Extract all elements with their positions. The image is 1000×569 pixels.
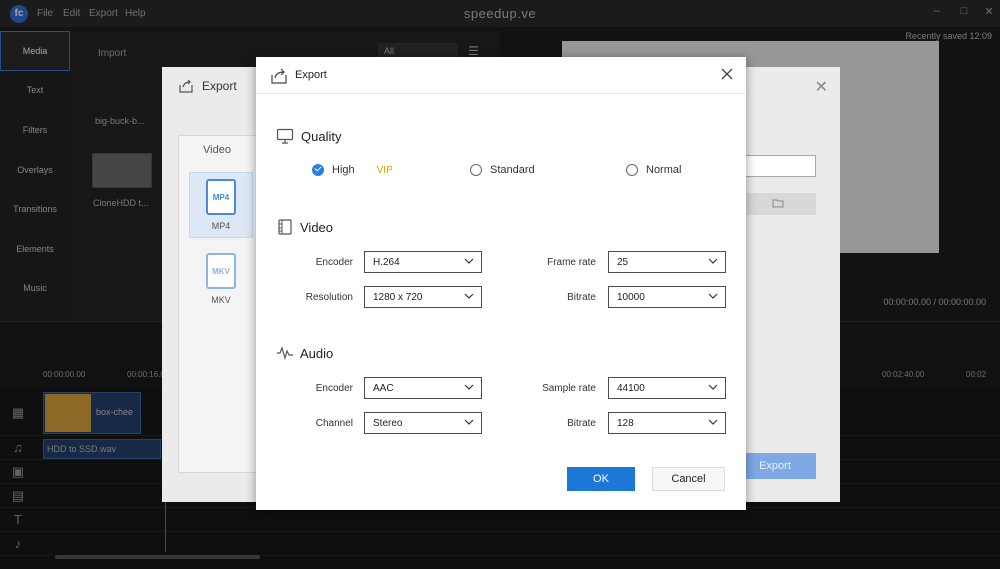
audio-encoder-label: Encoder: [315, 383, 353, 394]
format-mp4[interactable]: MP4 MP4: [189, 172, 253, 238]
chevron-down-icon: [464, 419, 474, 425]
resolution-value: 1280 x 720: [373, 292, 423, 303]
frame-rate-value: 25: [617, 257, 629, 268]
quality-section-title: Quality: [301, 129, 342, 144]
monitor-icon: [276, 128, 294, 144]
resolution-select[interactable]: 1280 x 720: [364, 286, 482, 308]
format-label: MKV: [211, 295, 231, 305]
audio-bitrate-select[interactable]: 128: [608, 412, 726, 434]
bg-dialog-title: Export: [178, 78, 237, 94]
dialog-header: Export: [256, 57, 746, 94]
sample-rate-label: Sample rate: [542, 383, 596, 394]
radio-unchecked-icon: [626, 164, 638, 176]
video-encoder-select[interactable]: H.264: [364, 251, 482, 273]
sample-rate-value: 44100: [617, 383, 645, 394]
video-encoder-value: H.264: [373, 257, 400, 268]
chevron-down-icon: [464, 258, 474, 264]
audio-encoder-select[interactable]: AAC: [364, 377, 482, 399]
resolution-label: Resolution: [305, 292, 353, 303]
vip-badge: VIP: [376, 164, 393, 176]
chevron-down-icon: [464, 293, 474, 299]
video-bitrate-select[interactable]: 10000: [608, 286, 726, 308]
video-bitrate-value: 10000: [617, 292, 645, 303]
radio-checked-icon: [312, 164, 324, 176]
bg-dialog-title-text: Export: [202, 79, 237, 93]
video-bitrate-label: Bitrate: [567, 292, 596, 303]
video-section-title: Video: [300, 220, 334, 235]
folder-icon: [772, 199, 784, 208]
format-list: Video MP4 MP4 MKV MKV: [178, 135, 258, 473]
quality-normal-label: Normal: [646, 164, 682, 176]
audio-bitrate-label: Bitrate: [567, 418, 596, 429]
mkv-file-icon: MKV: [206, 253, 236, 289]
close-icon[interactable]: [720, 67, 734, 81]
format-label: MP4: [211, 221, 231, 231]
ok-button[interactable]: OK: [567, 467, 635, 491]
bg-export-button[interactable]: Export: [734, 453, 816, 479]
cancel-button[interactable]: Cancel: [652, 467, 725, 491]
dialog-title: Export: [295, 69, 327, 81]
sample-rate-select[interactable]: 44100: [608, 377, 726, 399]
chevron-down-icon: [464, 384, 474, 390]
quality-high-radio[interactable]: High VIP: [312, 164, 393, 176]
audio-section-title: Audio: [300, 346, 334, 361]
format-mkv[interactable]: MKV MKV: [189, 246, 253, 312]
tab-video[interactable]: Video: [203, 144, 231, 156]
film-icon: [278, 219, 292, 235]
quality-standard-radio[interactable]: Standard: [470, 164, 535, 176]
channel-select[interactable]: Stereo: [364, 412, 482, 434]
export-icon: [179, 79, 193, 93]
quality-high-label: High: [332, 164, 355, 176]
quality-normal-radio[interactable]: Normal: [626, 164, 681, 176]
audio-waveform-icon: [277, 346, 293, 361]
bg-close-icon[interactable]: ✕: [815, 77, 828, 97]
chevron-down-icon: [708, 293, 718, 299]
video-encoder-label: Encoder: [315, 257, 353, 268]
export-dialog: Export Quality High VIP Standard Normal …: [256, 57, 746, 510]
chevron-down-icon: [708, 419, 718, 425]
audio-bitrate-value: 128: [617, 418, 634, 429]
mp4-file-icon: MP4: [206, 179, 236, 215]
radio-unchecked-icon: [470, 164, 482, 176]
frame-rate-label: Frame rate: [547, 257, 596, 268]
channel-value: Stereo: [373, 418, 403, 429]
chevron-down-icon: [708, 258, 718, 264]
frame-rate-select[interactable]: 25: [608, 251, 726, 273]
audio-encoder-value: AAC: [373, 383, 394, 394]
chevron-down-icon: [708, 384, 718, 390]
channel-label: Channel: [315, 418, 353, 429]
bg-folder-button[interactable]: [734, 193, 816, 215]
quality-standard-label: Standard: [490, 164, 535, 176]
bg-filename-field[interactable]: [734, 155, 816, 177]
export-icon: [271, 68, 287, 84]
